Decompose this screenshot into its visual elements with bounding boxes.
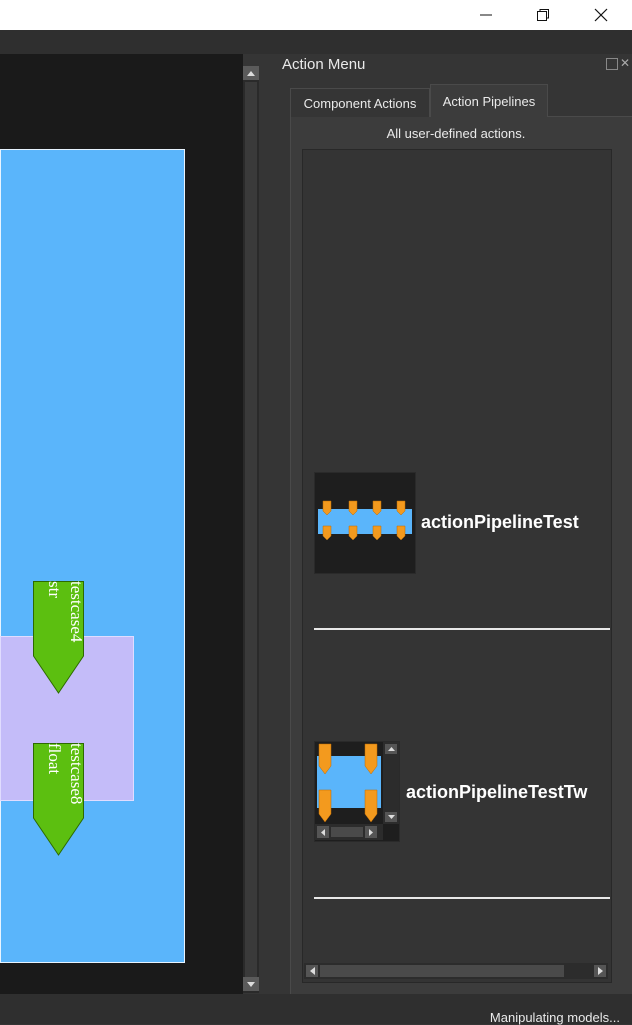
status-text: Manipulating models...: [489, 1010, 620, 1025]
close-icon: [594, 8, 608, 22]
pipeline-thumbnail[interactable]: [314, 472, 416, 574]
scroll-up-button[interactable]: [243, 66, 259, 80]
minimize-icon: [480, 14, 492, 16]
float-panel-icon[interactable]: [606, 58, 618, 70]
scroll-handle[interactable]: [320, 965, 564, 977]
pipeline-label[interactable]: actionPipelineTest: [421, 512, 579, 533]
scroll-right-button[interactable]: [594, 965, 606, 977]
pipeline-thumbnail[interactable]: [314, 741, 400, 842]
model-block-main[interactable]: [0, 149, 185, 963]
thumbnail-vertical-scrollbar[interactable]: [383, 742, 399, 824]
thumb-scroll-down[interactable]: [385, 812, 397, 822]
restore-icon: [537, 9, 549, 21]
minimize-button[interactable]: [463, 0, 509, 30]
tab-action-pipelines[interactable]: Action Pipelines: [430, 84, 548, 117]
block-testcase8[interactable]: testcase8 float: [33, 743, 86, 856]
menu-bar: [0, 30, 632, 54]
close-button[interactable]: [578, 0, 624, 30]
panel-title: Action Menu: [282, 56, 366, 73]
arrow-right-icon: [597, 967, 603, 975]
block-testcase4[interactable]: testcase4 str: [33, 581, 86, 694]
list-horizontal-scrollbar[interactable]: [304, 963, 608, 979]
block-type: str: [45, 581, 64, 598]
arrow-up-icon: [247, 70, 255, 76]
block-name: testcase8: [67, 743, 86, 805]
block-name: testcase4: [67, 581, 86, 643]
thumb-scroll-up[interactable]: [385, 744, 397, 754]
window-titlebar: [0, 0, 632, 30]
block-type: float: [45, 743, 64, 775]
pipeline-label[interactable]: actionPipelineTestTw: [406, 782, 610, 803]
pipeline-preview-image: [318, 500, 412, 541]
thumb-scroll-right[interactable]: [365, 826, 377, 838]
pipeline-preview-image: [317, 743, 381, 823]
pipeline-divider: [314, 897, 610, 899]
model-canvas[interactable]: testcase4 str testcase8 float: [0, 54, 243, 994]
scroll-down-button[interactable]: [243, 977, 259, 991]
arrow-left-icon: [309, 967, 315, 975]
arrow-left-icon: [321, 828, 325, 836]
arrow-down-icon: [247, 981, 255, 987]
status-bar: Manipulating models...: [0, 994, 632, 1025]
tab-description: All user-defined actions.: [386, 126, 526, 141]
canvas-scroll-track[interactable]: [245, 82, 257, 977]
thumbnail-horizontal-scrollbar[interactable]: [315, 824, 383, 840]
restore-button[interactable]: [520, 0, 566, 30]
tab-component-actions[interactable]: Component Actions: [290, 88, 430, 117]
arrow-right-icon: [369, 828, 373, 836]
close-panel-icon[interactable]: ✕: [620, 56, 630, 70]
scroll-left-button[interactable]: [306, 965, 318, 977]
thumb-scroll-left[interactable]: [317, 826, 329, 838]
arrow-down-icon: [387, 815, 395, 819]
thumb-scroll-handle[interactable]: [331, 827, 363, 837]
arrow-up-icon: [387, 747, 395, 751]
pipeline-divider: [314, 628, 610, 630]
